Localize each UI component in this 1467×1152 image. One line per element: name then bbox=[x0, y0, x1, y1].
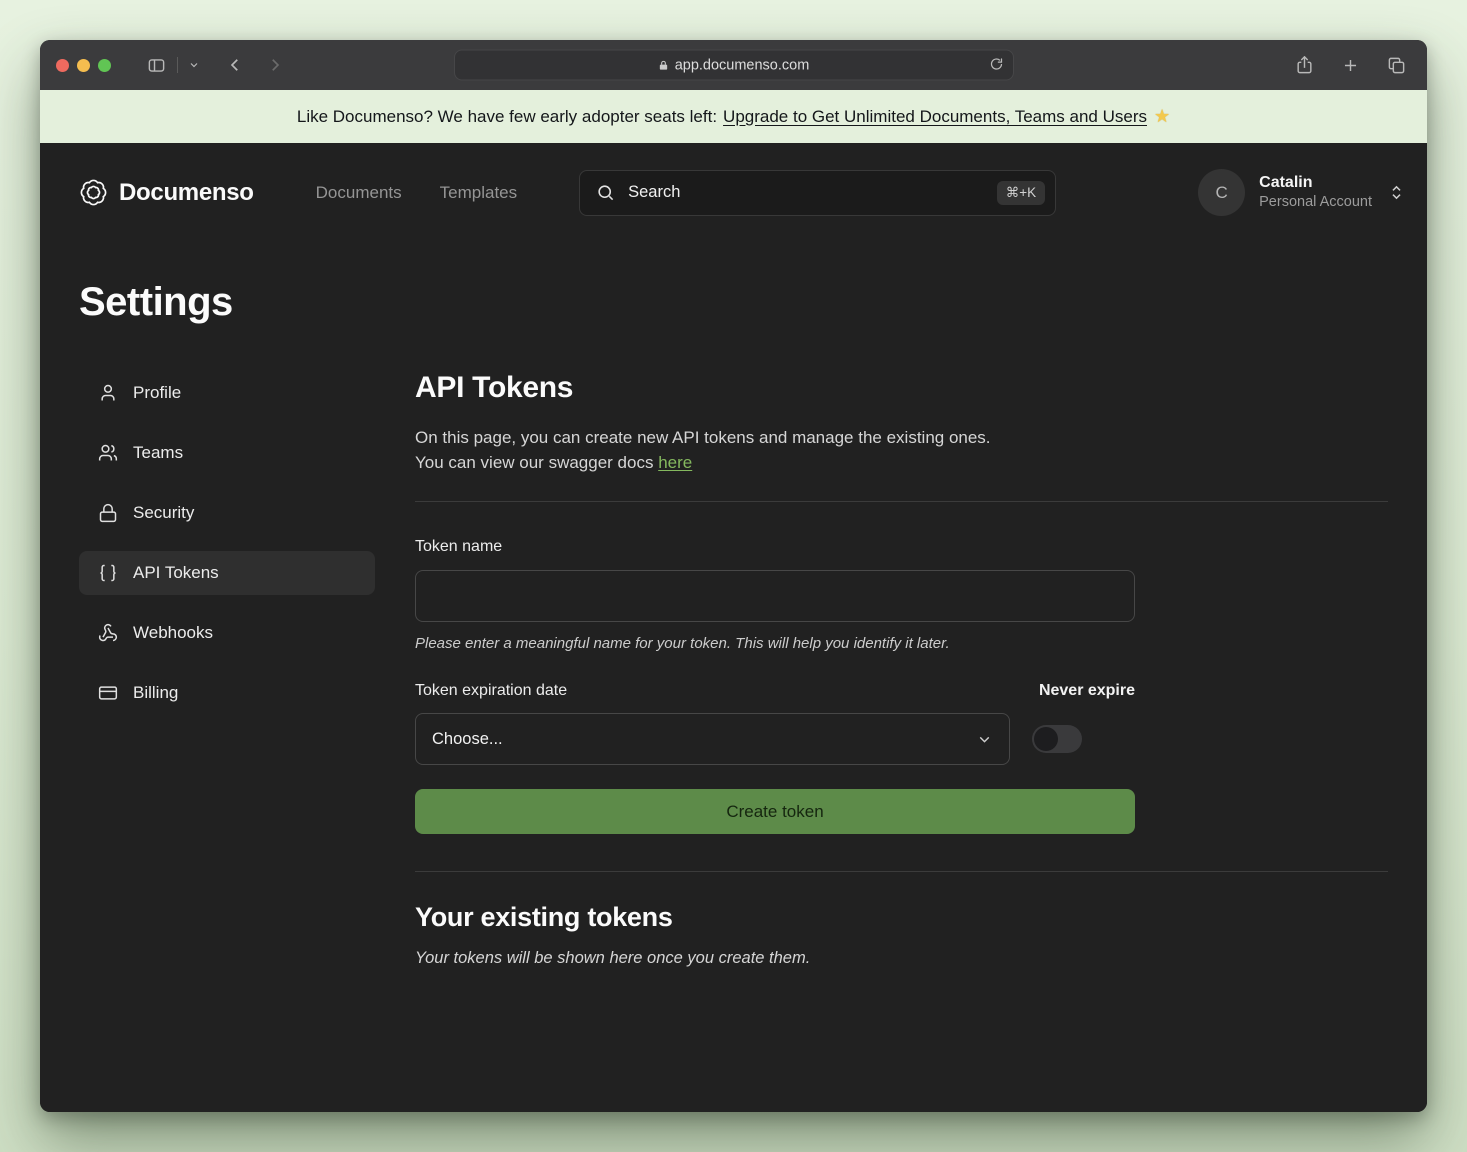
chevron-down-icon[interactable] bbox=[184, 51, 204, 79]
sidebar-item-label: Teams bbox=[133, 443, 183, 463]
toggle-knob bbox=[1034, 727, 1058, 751]
upgrade-banner: Like Documenso? We have few early adopte… bbox=[40, 90, 1427, 143]
sidebar-item-profile[interactable]: Profile bbox=[79, 371, 375, 415]
titlebar-right-icons bbox=[1291, 51, 1409, 79]
account-text: Catalin Personal Account bbox=[1259, 173, 1372, 211]
create-token-button[interactable]: Create token bbox=[415, 789, 1135, 834]
lock-icon bbox=[98, 503, 118, 523]
braces-icon bbox=[98, 563, 118, 583]
create-token-form: Token name Please enter a meaningful nam… bbox=[415, 538, 1135, 834]
close-window-button[interactable] bbox=[56, 59, 69, 72]
sidebar-item-label: Profile bbox=[133, 383, 181, 403]
account-menu[interactable]: C Catalin Personal Account bbox=[1198, 169, 1405, 216]
documenso-app: Documenso Documents Templates Search ⌘+K… bbox=[40, 143, 1427, 1112]
webhook-icon bbox=[98, 623, 118, 643]
zoom-window-button[interactable] bbox=[98, 59, 111, 72]
app-header: Documenso Documents Templates Search ⌘+K… bbox=[40, 143, 1427, 242]
token-name-help: Please enter a meaningful name for your … bbox=[415, 635, 1135, 652]
lock-icon bbox=[658, 59, 669, 71]
token-name-label: Token name bbox=[415, 538, 1135, 556]
settings-sidebar: Profile Teams Security API Tokens bbox=[79, 371, 375, 968]
url-text: app.documenso.com bbox=[675, 57, 810, 73]
credit-card-icon bbox=[98, 683, 118, 703]
sidebar-item-label: API Tokens bbox=[133, 563, 219, 583]
star-icon: ★ bbox=[1154, 106, 1170, 127]
settings-page: Settings Profile Teams Security bbox=[40, 280, 1427, 968]
user-icon bbox=[98, 383, 118, 403]
sidebar-item-label: Webhooks bbox=[133, 623, 213, 643]
search-input[interactable]: Search ⌘+K bbox=[579, 170, 1056, 216]
expiration-select[interactable]: Choose... bbox=[415, 713, 1010, 765]
existing-tokens-heading: Your existing tokens bbox=[415, 902, 1388, 933]
avatar: C bbox=[1198, 169, 1245, 216]
sidebar-item-teams[interactable]: Teams bbox=[79, 431, 375, 475]
sidebar-item-webhooks[interactable]: Webhooks bbox=[79, 611, 375, 655]
never-expire-label: Never expire bbox=[1039, 682, 1135, 700]
description-line1: On this page, you can create new API tok… bbox=[415, 428, 991, 447]
api-tokens-panel: API Tokens On this page, you can create … bbox=[415, 371, 1388, 968]
minimize-window-button[interactable] bbox=[77, 59, 90, 72]
page-title: Settings bbox=[79, 280, 1388, 325]
sidebar-item-label: Security bbox=[133, 503, 194, 523]
back-button[interactable] bbox=[220, 51, 250, 79]
section-heading: API Tokens bbox=[415, 371, 1388, 405]
divider bbox=[415, 871, 1388, 872]
sidebar-item-billing[interactable]: Billing bbox=[79, 671, 375, 715]
titlebar-divider bbox=[177, 57, 178, 73]
description-line2: You can view our swagger docs bbox=[415, 453, 653, 472]
nav-documents[interactable]: Documents bbox=[316, 183, 402, 203]
share-icon[interactable] bbox=[1291, 51, 1317, 79]
search-placeholder: Search bbox=[628, 183, 997, 202]
search-icon bbox=[596, 183, 615, 202]
section-description: On this page, you can create new API tok… bbox=[415, 425, 1388, 475]
browser-window: app.documenso.com Like Documenso? We hav… bbox=[40, 40, 1427, 1112]
expiration-selected-value: Choose... bbox=[432, 730, 503, 749]
sidebar-item-security[interactable]: Security bbox=[79, 491, 375, 535]
sidebar-toggle-icon[interactable] bbox=[141, 51, 171, 79]
divider bbox=[415, 501, 1388, 502]
expiration-label: Token expiration date bbox=[415, 682, 567, 700]
existing-tokens-empty-text: Your tokens will be shown here once you … bbox=[415, 949, 1388, 968]
sidebar-item-api-tokens[interactable]: API Tokens bbox=[79, 551, 375, 595]
sidebar-item-label: Billing bbox=[133, 683, 178, 703]
swagger-docs-link[interactable]: here bbox=[658, 453, 692, 472]
primary-nav: Documents Templates bbox=[316, 183, 517, 203]
address-bar[interactable]: app.documenso.com bbox=[454, 50, 1014, 81]
forward-button[interactable] bbox=[260, 51, 290, 79]
banner-text: Like Documenso? We have few early adopte… bbox=[297, 107, 717, 127]
users-icon bbox=[98, 443, 118, 463]
chevron-down-icon bbox=[976, 731, 993, 748]
traffic-lights bbox=[56, 59, 111, 72]
never-expire-toggle[interactable] bbox=[1032, 725, 1082, 753]
documenso-logo-icon bbox=[79, 178, 108, 207]
reload-icon[interactable] bbox=[989, 57, 1004, 72]
brand[interactable]: Documenso bbox=[79, 178, 254, 207]
nav-templates[interactable]: Templates bbox=[440, 183, 517, 203]
search-shortcut-badge: ⌘+K bbox=[997, 181, 1045, 205]
chevrons-up-down-icon bbox=[1388, 184, 1405, 201]
new-tab-icon[interactable] bbox=[1337, 51, 1363, 79]
titlebar-nav-icons bbox=[141, 51, 290, 79]
token-name-input[interactable] bbox=[415, 570, 1135, 622]
tab-overview-icon[interactable] bbox=[1383, 51, 1409, 79]
account-type: Personal Account bbox=[1259, 193, 1372, 211]
upgrade-link[interactable]: Upgrade to Get Unlimited Documents, Team… bbox=[723, 107, 1147, 127]
browser-titlebar: app.documenso.com bbox=[40, 40, 1427, 90]
account-name: Catalin bbox=[1259, 173, 1372, 193]
brand-name: Documenso bbox=[119, 179, 254, 207]
